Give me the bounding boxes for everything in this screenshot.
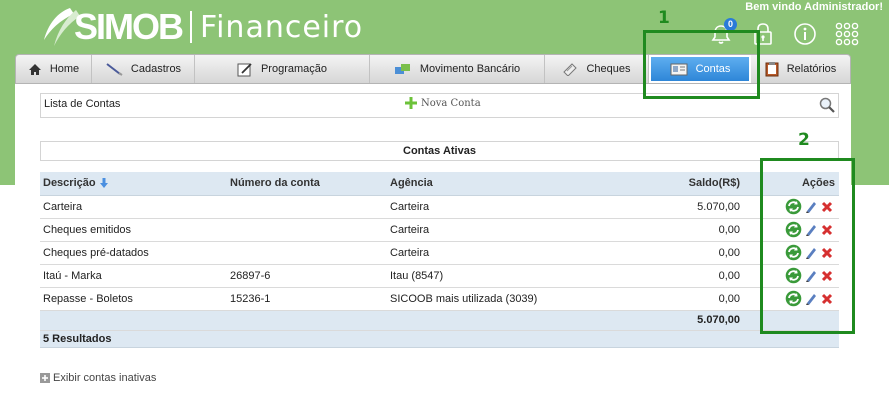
cell-agency: Carteira	[387, 195, 627, 219]
welcome-message: Bem vindo Administrador!	[745, 1, 883, 13]
info-icon	[794, 23, 816, 45]
cell-description: Carteira	[40, 195, 227, 219]
col-balance[interactable]: Saldo(R$)	[627, 172, 743, 196]
cell-balance: 0,00	[627, 287, 743, 311]
results-count: 5 Resultados	[40, 330, 839, 348]
cell-description: Cheques pré-datados	[40, 241, 227, 265]
cell-balance: 0,00	[627, 264, 743, 288]
table-row: Itaú - Marka 26897-6 Itau (8547) 0,00	[40, 264, 839, 288]
results-row: 5 Resultados	[40, 330, 839, 348]
nav-movimento-label: Movimento Bancário	[419, 63, 521, 75]
cell-account-number	[227, 195, 387, 219]
cell-description: Repasse - Boletos	[40, 287, 227, 311]
nav-relatorios-label: Relatórios	[786, 63, 837, 75]
pen-icon	[106, 63, 123, 76]
apps-button[interactable]	[833, 20, 861, 48]
sort-down-icon[interactable]	[99, 178, 109, 189]
list-title: Lista de Contas	[44, 98, 121, 110]
info-button[interactable]	[791, 20, 819, 48]
clipboard-icon	[765, 62, 779, 77]
search-button[interactable]	[819, 97, 835, 116]
annotation-box-1	[643, 30, 760, 99]
search-icon	[819, 97, 835, 113]
nav-cheques[interactable]: Cheques	[545, 55, 649, 83]
cell-agency: Carteira	[387, 241, 627, 265]
nav-programacao[interactable]: Programação	[195, 55, 370, 83]
table-row: Cheques emitidos Carteira 0,00	[40, 218, 839, 242]
total-balance: 5.070,00	[627, 310, 743, 331]
nav-cheques-label: Cheques	[586, 63, 631, 75]
nav-programacao-label: Programação	[260, 63, 328, 75]
total-row: 5.070,00	[40, 310, 839, 331]
nav-home[interactable]: Home	[16, 55, 92, 83]
cell-account-number: 26897-6	[227, 264, 387, 288]
cell-balance: 5.070,00	[627, 195, 743, 219]
section-title: Contas Ativas	[40, 141, 839, 161]
cell-account-number	[227, 241, 387, 265]
apps-grid-icon	[835, 22, 859, 46]
transfer-icon	[394, 64, 410, 74]
col-description[interactable]: Descrição	[40, 172, 227, 196]
nav-movimento-bancario[interactable]: Movimento Bancário	[370, 55, 545, 83]
home-icon	[28, 63, 41, 75]
col-description-label: Descrição	[43, 177, 96, 190]
show-inactive-toggle[interactable]: Exibir contas inativas	[40, 372, 156, 384]
col-account-number[interactable]: Número da conta	[227, 172, 387, 196]
annotation-number-1: 1	[658, 8, 670, 28]
logo[interactable]: SIMOB Financeiro	[40, 6, 363, 48]
cell-agency: Carteira	[387, 218, 627, 242]
col-agency[interactable]: Agência	[387, 172, 627, 196]
cell-balance: 0,00	[627, 218, 743, 242]
table-header-row: Descrição Número da conta Agência Saldo(…	[40, 172, 839, 196]
nav-relatorios[interactable]: Relatórios	[751, 55, 850, 83]
cell-agency: SICOOB mais utilizada (3039)	[387, 287, 627, 311]
annotation-number-2: 2	[798, 130, 810, 150]
nav-home-label: Home	[49, 63, 80, 75]
cell-agency: Itau (8547)	[387, 264, 627, 288]
check-icon	[563, 63, 578, 76]
new-account-button[interactable]: Nova Conta	[405, 97, 481, 109]
accounts-table: Descrição Número da conta Agência Saldo(…	[40, 172, 839, 348]
edit-icon	[237, 62, 252, 76]
cell-account-number: 15236-1	[227, 287, 387, 311]
table-row: Repasse - Boletos 15236-1 SICOOB mais ut…	[40, 287, 839, 311]
logo-brand: SIMOB	[74, 6, 184, 47]
show-inactive-label: Exibir contas inativas	[53, 372, 157, 384]
table-row: Carteira Carteira 5.070,00	[40, 195, 839, 219]
plus-icon	[405, 97, 417, 109]
cell-balance: 0,00	[627, 241, 743, 265]
nav-cadastros[interactable]: Cadastros	[92, 55, 195, 83]
nav-cadastros-label: Cadastros	[130, 63, 182, 75]
expand-plus-icon	[40, 373, 50, 383]
main-content: Lista de Contas Nova Conta Contas Ativas…	[15, 84, 851, 418]
table-row: Cheques pré-datados Carteira 0,00	[40, 241, 839, 265]
logo-product: Financeiro	[200, 9, 364, 45]
logo-separator	[190, 11, 193, 43]
cell-description: Itaú - Marka	[40, 264, 227, 288]
cell-account-number	[227, 218, 387, 242]
new-account-label: Nova Conta	[421, 97, 481, 109]
cell-description: Cheques emitidos	[40, 218, 227, 242]
annotation-box-2	[760, 158, 855, 334]
